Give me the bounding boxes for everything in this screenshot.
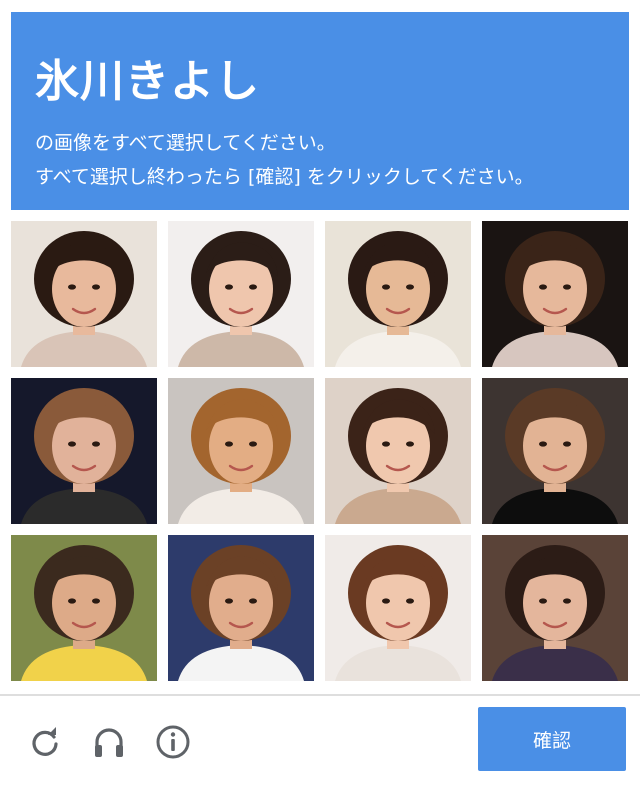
photo-woman-wavy-blonde [168,378,314,524]
photo-performer-stage [11,378,157,524]
footer-divider [0,694,640,696]
photo-man-long-hair-smiling [168,535,314,681]
photo-woman-microphone [482,221,628,367]
headphones-icon[interactable] [89,722,129,762]
image-tile-10[interactable] [168,535,314,681]
instruction-line-1: の画像をすべて選択してください。 [35,132,336,154]
photo-woman-auburn-bob [325,535,471,681]
image-tile-1[interactable] [11,221,157,367]
image-tile-2[interactable] [168,221,314,367]
photo-person-baseball [11,535,157,681]
instruction-line-2: すべて選択し終わったら [確認] をクリックしてください。 [35,166,534,188]
image-tile-12[interactable] [482,535,628,681]
photo-woman-long-dark-hair [325,378,471,524]
confirm-button[interactable]: 確認 [478,707,626,771]
photo-man-hand-on-chin [482,378,628,524]
photo-woman-short-dark-hair [11,221,157,367]
reload-icon[interactable] [25,722,65,762]
image-tile-3[interactable] [325,221,471,367]
image-tile-9[interactable] [11,535,157,681]
captcha-dialog: 氷川きよし の画像をすべて選択してください。 すべて選択し終わったら [確認] … [0,0,640,787]
image-grid [11,221,629,683]
image-tile-11[interactable] [325,535,471,681]
image-tile-7[interactable] [325,378,471,524]
photo-woman-bob-dark-hair [168,221,314,367]
image-tile-4[interactable] [482,221,628,367]
target-name: 氷川きよし [35,56,260,107]
image-tile-5[interactable] [11,378,157,524]
photo-woman-bookshelf [482,535,628,681]
image-tile-6[interactable] [168,378,314,524]
photo-man-smiling-fist [325,221,471,367]
info-icon[interactable] [153,722,193,762]
image-tile-8[interactable] [482,378,628,524]
instruction-header: 氷川きよし の画像をすべて選択してください。 すべて選択し終わったら [確認] … [11,12,629,210]
